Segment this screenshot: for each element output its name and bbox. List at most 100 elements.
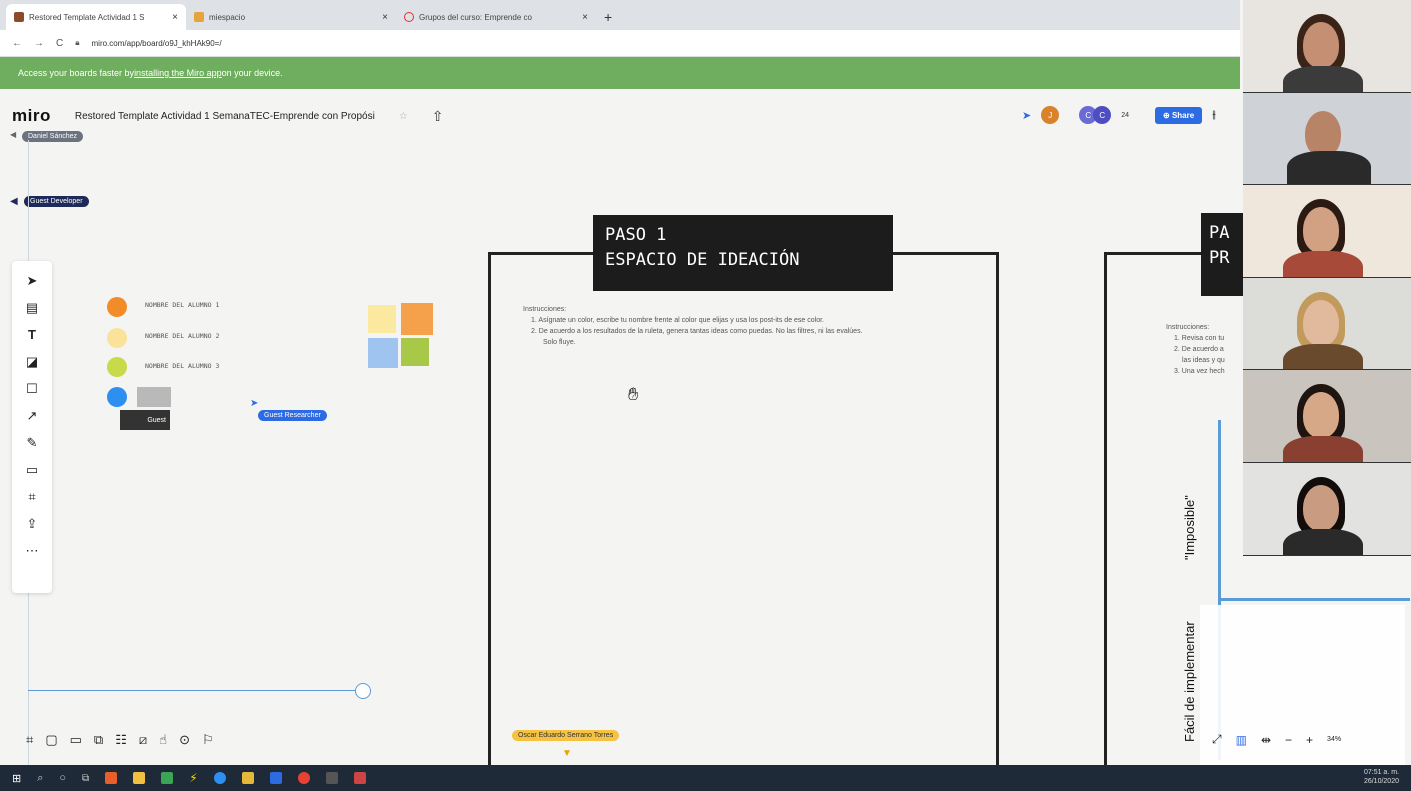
vote-icon[interactable]: ☝︎ bbox=[159, 732, 167, 748]
video-call-panel bbox=[1243, 0, 1411, 556]
clock-date: 26/10/2020 bbox=[1363, 778, 1399, 785]
board-header: miro Restored Template Actividad 1 Seman… bbox=[12, 98, 444, 134]
map-icon[interactable]: ▥ bbox=[1236, 733, 1247, 747]
color-dot[interactable] bbox=[107, 297, 127, 317]
activity-icon[interactable]: ⚐ bbox=[202, 732, 214, 748]
timer-icon[interactable]: ⊙ bbox=[179, 732, 190, 748]
axis-label-imposible[interactable]: "Imposible" bbox=[1182, 495, 1197, 560]
banner-prefix: Access your boards faster by bbox=[18, 68, 135, 78]
participant-video[interactable] bbox=[1243, 277, 1411, 371]
back-icon[interactable]: ← bbox=[12, 38, 22, 49]
cursor-arrow-icon: ▼ bbox=[562, 748, 572, 759]
name-sticky[interactable] bbox=[137, 387, 171, 407]
chat-icon[interactable]: ▭ bbox=[70, 732, 82, 748]
browser-tab[interactable]: Restored Template Actividad 1 S × bbox=[6, 4, 186, 30]
instruction-item: 2. De acuerdo a los resultados de la rul… bbox=[531, 328, 863, 335]
browser-tab[interactable]: Grupos del curso: Emprende co × bbox=[396, 4, 596, 30]
close-icon[interactable]: × bbox=[582, 12, 588, 23]
participant-video[interactable] bbox=[1243, 0, 1411, 93]
miro-logo[interactable]: miro bbox=[12, 106, 51, 126]
share-button[interactable]: ⊕ Share bbox=[1155, 106, 1203, 124]
task-view-icon[interactable]: ⧉ bbox=[82, 773, 89, 784]
reactions-icon[interactable]: ➤ bbox=[1022, 109, 1031, 122]
arrow-icon[interactable]: ↗ bbox=[21, 406, 43, 425]
comment-icon[interactable]: ▭ bbox=[21, 460, 43, 479]
sticky-note[interactable] bbox=[401, 338, 429, 366]
color-dot[interactable] bbox=[107, 357, 127, 377]
install-banner: Access your boards faster by installing … bbox=[0, 57, 1240, 89]
upload-icon[interactable]: ⇪ bbox=[21, 514, 43, 533]
browser-tab-bar: Restored Template Actividad 1 S × miespa… bbox=[0, 0, 1240, 30]
zoom-in-icon[interactable]: + bbox=[1306, 733, 1313, 747]
template-icon[interactable]: ▤ bbox=[21, 298, 43, 317]
timeline-handle[interactable] bbox=[355, 683, 371, 699]
cursor-label-researcher: Guest Researcher bbox=[258, 410, 327, 421]
text-icon[interactable]: T bbox=[21, 325, 43, 344]
alumno-name[interactable]: NOMBRE DEL ALUMNO 2 bbox=[145, 332, 219, 340]
app-icon[interactable] bbox=[105, 772, 118, 784]
fit-icon[interactable]: ⇹ bbox=[1261, 733, 1271, 747]
pen-icon[interactable]: ✎ bbox=[21, 433, 43, 452]
shape-icon[interactable]: ☐ bbox=[21, 379, 43, 398]
alumno-name[interactable]: NOMBRE DEL ALUMNO 1 bbox=[145, 301, 219, 309]
new-tab-icon[interactable]: + bbox=[604, 9, 612, 25]
cursor-label-daniel: Daniel Sánchez bbox=[22, 131, 84, 142]
zoom-controls: ⤢ ▥ ⇹ − + 34% bbox=[1212, 732, 1341, 747]
close-icon[interactable]: × bbox=[382, 12, 388, 23]
more-icon[interactable]: ⋯ bbox=[21, 541, 43, 560]
settings-icon[interactable]: ⫲ bbox=[1212, 109, 1216, 122]
comments-icon[interactable]: ▢ bbox=[45, 732, 57, 748]
app-icon[interactable] bbox=[241, 772, 254, 784]
frame-title-line: PR bbox=[1209, 248, 1230, 268]
zoom-level[interactable]: 34% bbox=[1327, 736, 1341, 743]
frame-icon[interactable]: ⌗ bbox=[21, 487, 43, 506]
participant-video[interactable] bbox=[1243, 92, 1411, 186]
url-field[interactable]: miro.com/app/board/o9J_khHAk90=/ bbox=[92, 39, 222, 48]
sticky-note[interactable] bbox=[401, 303, 433, 335]
axis-label-facil[interactable]: Fácil de implementar bbox=[1182, 621, 1197, 742]
sticky-note-icon[interactable]: ◪ bbox=[21, 352, 43, 371]
fullscreen-icon[interactable]: ⤢ bbox=[1212, 732, 1222, 747]
edge-icon[interactable] bbox=[213, 772, 226, 784]
screen-share-icon[interactable]: ⧉ bbox=[94, 732, 103, 748]
frames-icon[interactable]: ⌗ bbox=[26, 732, 33, 748]
reload-icon[interactable]: C bbox=[56, 38, 63, 49]
close-icon[interactable]: × bbox=[172, 12, 178, 23]
collaborator-count[interactable]: 24 bbox=[1121, 112, 1129, 119]
app-icon[interactable] bbox=[353, 772, 366, 784]
app-icon[interactable] bbox=[161, 772, 174, 784]
app-icon[interactable] bbox=[325, 772, 338, 784]
participant-video[interactable] bbox=[1243, 370, 1411, 463]
search-icon[interactable]: ⌕ bbox=[37, 772, 43, 785]
cortana-icon[interactable]: ○ bbox=[59, 772, 66, 784]
avatar[interactable]: J bbox=[1041, 106, 1060, 124]
instructions-text[interactable]: Instrucciones: 1. Asígnate un color, esc… bbox=[523, 304, 983, 348]
install-app-link[interactable]: installing the Miro app bbox=[134, 68, 222, 78]
sticky-note[interactable] bbox=[368, 305, 396, 333]
board-title[interactable]: Restored Template Actividad 1 SemanaTEC-… bbox=[75, 111, 375, 122]
frame-title: PASO 1 ESPACIO DE IDEACIÓN bbox=[593, 215, 893, 291]
cards-icon[interactable]: ☷ bbox=[115, 732, 127, 748]
browser-tab[interactable]: miespacio × bbox=[186, 4, 396, 30]
tab-title: miespacio bbox=[209, 12, 246, 22]
taskbar-clock[interactable]: 07:51 a. m. 26/10/2020 bbox=[1364, 768, 1399, 786]
participant-video[interactable] bbox=[1243, 185, 1411, 278]
color-dot[interactable] bbox=[107, 387, 127, 407]
star-icon[interactable]: ☆ bbox=[399, 111, 408, 122]
select-icon[interactable]: ➤ bbox=[21, 271, 43, 290]
zoom-out-icon[interactable]: − bbox=[1285, 733, 1292, 747]
instructions-text[interactable]: Instrucciones: 1. Revisa con tu 2. De ac… bbox=[1166, 322, 1242, 377]
participant-video[interactable] bbox=[1243, 462, 1411, 556]
avatar[interactable]: C bbox=[1093, 106, 1112, 124]
present-icon[interactable]: ⧄ bbox=[139, 732, 147, 748]
alumno-name[interactable]: NOMBRE DEL ALUMNO 3 bbox=[145, 362, 219, 370]
app-icon[interactable]: ⚡︎ bbox=[189, 771, 197, 785]
export-icon[interactable]: ⇧ bbox=[432, 108, 444, 125]
file-explorer-icon[interactable] bbox=[133, 772, 146, 784]
forward-icon[interactable]: → bbox=[34, 38, 44, 49]
zoom-app-icon[interactable] bbox=[269, 772, 282, 784]
windows-start-icon[interactable]: ⊞ bbox=[12, 772, 21, 785]
color-dot[interactable] bbox=[107, 328, 127, 348]
chrome-icon[interactable] bbox=[297, 772, 310, 784]
sticky-note[interactable] bbox=[368, 338, 398, 368]
